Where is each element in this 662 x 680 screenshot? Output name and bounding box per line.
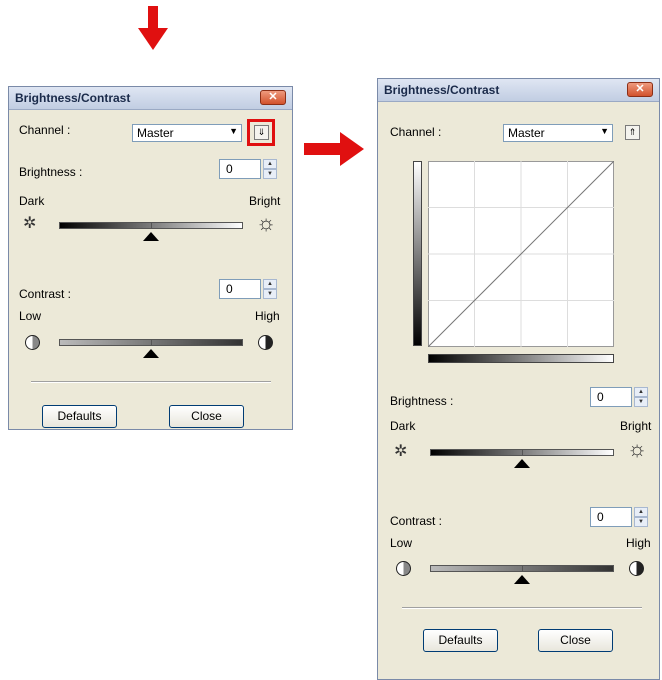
brightness-center-tick xyxy=(151,222,152,229)
spin-down-icon[interactable]: ▼ xyxy=(263,169,277,179)
high-contrast-icon xyxy=(258,335,273,350)
brightness-value: 0 xyxy=(597,390,604,404)
contrast-label: Contrast : xyxy=(19,287,72,301)
contrast-slider-thumb[interactable] xyxy=(514,575,530,584)
contrast-spinner[interactable]: 0 ▲ ▼ xyxy=(590,507,650,527)
dim-sun-icon: ✲ xyxy=(394,443,408,460)
brightness-spinner[interactable]: 0 ▲ ▼ xyxy=(590,387,650,407)
low-contrast-icon xyxy=(396,561,411,576)
dark-label: Dark xyxy=(19,194,45,208)
spin-up-icon[interactable]: ▲ xyxy=(634,387,648,397)
spin-down-icon[interactable]: ▼ xyxy=(263,289,277,299)
channel-value: Master xyxy=(508,126,545,140)
dialog-title: Brightness/Contrast xyxy=(15,91,131,105)
expand-button[interactable]: ⇓ xyxy=(254,125,269,140)
dim-sun-icon: ✲ xyxy=(23,215,37,232)
channel-label: Channel : xyxy=(390,125,442,139)
right-arrow-annotation xyxy=(304,132,364,166)
dialog-collapsed: Brightness/Contrast ✕ Channel : Master ▼… xyxy=(8,86,293,430)
tone-curve-graph[interactable] xyxy=(428,161,614,347)
brightness-spinner[interactable]: 0 ▲ ▼ xyxy=(219,159,279,179)
dialog-title: Brightness/Contrast xyxy=(384,83,500,97)
channel-label: Channel : xyxy=(19,123,71,137)
channel-select[interactable]: Master ▼ xyxy=(132,124,242,142)
contrast-slider-thumb[interactable] xyxy=(143,349,159,358)
low-label: Low xyxy=(19,309,42,323)
contrast-center-tick xyxy=(522,565,523,572)
collapse-button[interactable]: ⇑ xyxy=(625,125,640,140)
close-button[interactable]: Close xyxy=(538,629,613,652)
spin-down-icon[interactable]: ▼ xyxy=(634,397,648,407)
separator xyxy=(31,381,271,383)
contrast-spinner[interactable]: 0 ▲ ▼ xyxy=(219,279,279,299)
high-label: High xyxy=(255,309,280,323)
down-arrow-annotation xyxy=(138,6,168,50)
dialog-expanded: Brightness/Contrast ✕ Channel : Master ▼… xyxy=(377,78,660,680)
brightness-value: 0 xyxy=(226,162,233,176)
channel-select[interactable]: Master ▼ xyxy=(503,124,613,142)
defaults-button[interactable]: Defaults xyxy=(42,405,117,428)
input-gradient-bar xyxy=(428,354,614,363)
contrast-label: Contrast : xyxy=(390,514,443,528)
dark-label: Dark xyxy=(390,419,416,433)
close-button[interactable]: Close xyxy=(169,405,244,428)
low-label: Low xyxy=(390,536,413,550)
channel-value: Master xyxy=(137,126,174,140)
low-contrast-icon xyxy=(25,335,40,350)
spin-up-icon[interactable]: ▲ xyxy=(634,507,648,517)
chevron-down-icon: ▼ xyxy=(229,126,238,136)
separator xyxy=(402,607,642,609)
brightness-slider-thumb[interactable] xyxy=(514,459,530,468)
title-bar[interactable]: Brightness/Contrast ✕ xyxy=(9,87,292,110)
brightness-label: Brightness : xyxy=(390,394,454,408)
high-label: High xyxy=(626,536,651,550)
output-gradient-bar xyxy=(413,161,422,346)
contrast-center-tick xyxy=(151,339,152,346)
defaults-button[interactable]: Defaults xyxy=(423,629,498,652)
spin-up-icon[interactable]: ▲ xyxy=(263,279,277,289)
high-contrast-icon xyxy=(629,561,644,576)
bright-sun-icon: ☼ xyxy=(627,436,648,461)
contrast-value: 0 xyxy=(597,510,604,524)
title-bar[interactable]: Brightness/Contrast ✕ xyxy=(378,79,659,102)
brightness-label: Brightness : xyxy=(19,165,83,179)
brightness-slider-thumb[interactable] xyxy=(143,232,159,241)
bright-label: Bright xyxy=(620,419,652,433)
brightness-center-tick xyxy=(522,449,523,456)
spin-down-icon[interactable]: ▼ xyxy=(634,517,648,527)
close-icon[interactable]: ✕ xyxy=(627,82,653,97)
contrast-value: 0 xyxy=(226,282,233,296)
close-icon[interactable]: ✕ xyxy=(260,90,286,105)
chevron-down-icon: ▼ xyxy=(600,126,609,136)
bright-label: Bright xyxy=(249,194,281,208)
spin-up-icon[interactable]: ▲ xyxy=(263,159,277,169)
bright-sun-icon: ☼ xyxy=(256,210,277,235)
